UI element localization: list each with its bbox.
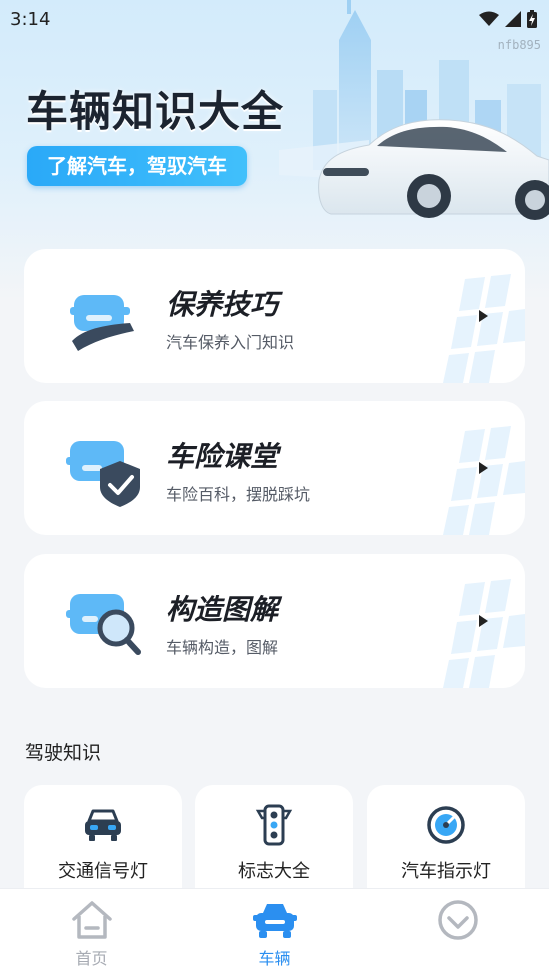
hero-subtitle-badge: 了解汽车，驾驭汽车 bbox=[27, 146, 247, 186]
card-subtitle: 车险百科，摆脱踩坑 bbox=[166, 485, 311, 504]
card-title: 车险课堂 bbox=[166, 440, 279, 473]
status-bar: 3:14 bbox=[0, 0, 549, 38]
bottom-nav: 首页 车辆 bbox=[0, 888, 549, 976]
home-icon bbox=[72, 901, 112, 939]
chevron-right-icon bbox=[479, 615, 488, 627]
nav-label: 车辆 bbox=[258, 949, 291, 968]
card-decoration bbox=[443, 274, 525, 383]
car-icon bbox=[253, 904, 297, 938]
tile-label: 交通信号灯 bbox=[58, 861, 148, 882]
section-title-driving-knowledge: 驾驶知识 bbox=[25, 742, 102, 764]
card-decoration bbox=[443, 579, 525, 688]
hero-title: 车辆知识大全 bbox=[26, 87, 285, 136]
card-subtitle: 车辆构造，图解 bbox=[166, 638, 279, 657]
card-insurance-class[interactable]: 车险课堂 车险百科，摆脱踩坑 bbox=[24, 401, 525, 535]
card-title: 保养技巧 bbox=[166, 288, 279, 321]
watermark: nfb895 bbox=[497, 38, 541, 52]
nav-item-home[interactable]: 首页 bbox=[0, 889, 183, 976]
chevron-right-icon bbox=[479, 462, 488, 474]
traffic-light-icon bbox=[255, 804, 293, 846]
car-insurance-icon bbox=[66, 441, 140, 507]
nav-item-vehicle[interactable]: 车辆 bbox=[183, 889, 366, 976]
card-structure-diagram[interactable]: 构造图解 车辆构造，图解 bbox=[24, 554, 525, 688]
car-structure-icon bbox=[66, 594, 141, 655]
chevron-right-icon bbox=[479, 310, 488, 322]
wifi-icon bbox=[479, 11, 499, 26]
car-maintenance-icon bbox=[70, 295, 134, 351]
card-maintenance-tips[interactable]: 保养技巧 汽车保养入门知识 bbox=[24, 249, 525, 383]
tile-traffic-signals[interactable]: 交通信号灯 bbox=[24, 785, 182, 905]
card-subtitle: 汽车保养入门知识 bbox=[166, 333, 295, 352]
status-time: 3:14 bbox=[10, 8, 51, 30]
tile-sign-collection[interactable]: 标志大全 bbox=[195, 785, 353, 905]
down-circle-icon bbox=[438, 900, 478, 940]
battery-icon bbox=[527, 10, 537, 28]
tile-label: 标志大全 bbox=[238, 861, 310, 882]
signal-icon bbox=[505, 11, 521, 27]
nav-label: 首页 bbox=[75, 949, 108, 968]
nav-item-more[interactable] bbox=[366, 889, 549, 976]
card-decoration bbox=[443, 426, 525, 535]
car-front-icon bbox=[85, 809, 121, 841]
card-title: 构造图解 bbox=[166, 593, 279, 626]
tile-label: 汽车指示灯 bbox=[401, 861, 491, 882]
tile-dashboard-lights[interactable]: 汽车指示灯 bbox=[367, 785, 525, 905]
speedometer-icon bbox=[427, 806, 465, 844]
status-icons bbox=[479, 10, 537, 28]
